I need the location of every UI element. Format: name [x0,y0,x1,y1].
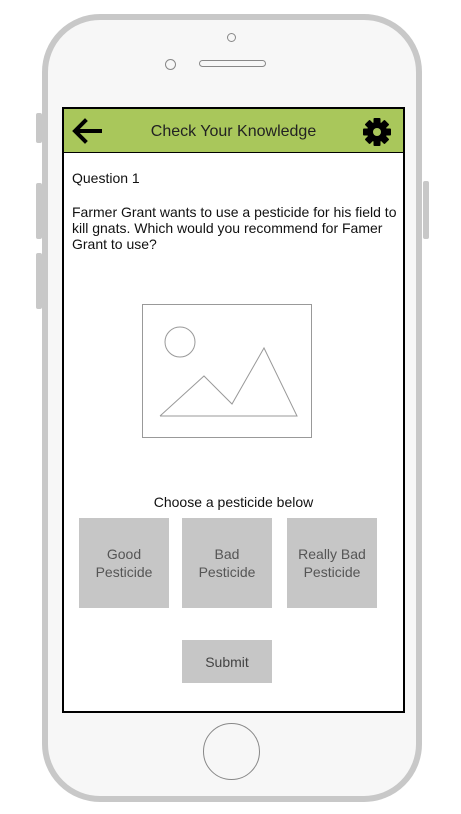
settings-button[interactable] [362,117,392,147]
question-text: Farmer Grant wants to use a pesticide fo… [72,204,397,252]
question-image [142,304,312,438]
home-button[interactable] [203,723,260,780]
power-button [423,181,429,239]
app-header: Check Your Knowledge [64,109,403,153]
page-title: Check Your Knowledge [150,123,317,140]
submit-button[interactable]: Submit [182,640,272,683]
phone-screen: Check Your Knowledge Question 1 Farmer G… [62,107,405,713]
camera [227,33,236,42]
stage: Check Your Knowledge Question 1 Farmer G… [0,0,461,814]
question-number: Question 1 [72,170,140,186]
gear-icon [363,118,391,146]
option-really-bad-pesticide-button[interactable]: Really Bad Pesticide [287,518,377,608]
image-placeholder-icon [142,304,312,438]
option-good-pesticide-button[interactable]: Good Pesticide [79,518,169,608]
choice-prompt: Choose a pesticide below [153,494,314,510]
option-bad-pesticide-button[interactable]: Bad Pesticide [182,518,272,608]
proximity-sensor [165,59,176,70]
earpiece-speaker [199,60,266,67]
